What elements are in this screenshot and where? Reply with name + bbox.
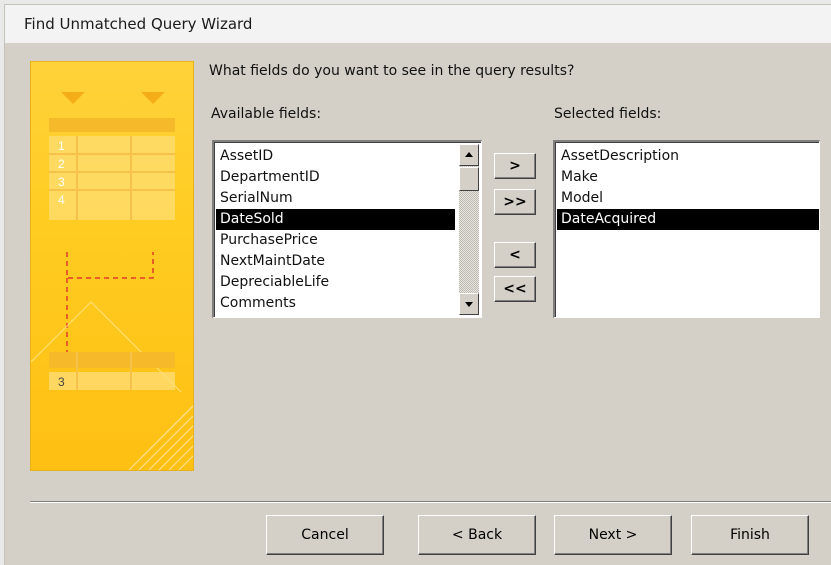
row-number-1: 1: [58, 139, 65, 153]
available-fields-list[interactable]: AssetID DepartmentID SerialNum DateSold …: [212, 140, 482, 318]
wizard-graphic: 1 2 3 4 3: [30, 61, 194, 471]
list-item[interactable]: SerialNum: [216, 188, 455, 209]
table-header: [49, 118, 175, 132]
wizard-body: 1 2 3 4 3 What fields do you want to see…: [5, 43, 831, 565]
wizard-question: What fields do you want to see in the qu…: [209, 63, 575, 79]
list-item[interactable]: NextMaintDate: [216, 251, 455, 272]
next-button[interactable]: Next >: [554, 515, 672, 555]
divider: [30, 501, 831, 503]
back-button[interactable]: < Back: [418, 515, 536, 555]
list-item[interactable]: PurchasePrice: [216, 230, 455, 251]
add-all-fields-button[interactable]: >>: [494, 189, 536, 215]
query-illustration: 1 2 3 4 3: [31, 92, 193, 470]
cancel-button[interactable]: Cancel: [266, 515, 384, 555]
list-item[interactable]: Make: [557, 167, 819, 188]
available-fields-label: Available fields:: [211, 106, 322, 122]
selected-fields-label: Selected fields:: [554, 106, 662, 122]
vertical-scrollbar[interactable]: [459, 144, 479, 315]
result-row: [49, 372, 175, 390]
scroll-thumb[interactable]: [459, 167, 479, 191]
title-bar: Find Unmatched Query Wizard: [5, 5, 831, 43]
wizard-window: Find Unmatched Query Wizard 1 2 3 4 3 Wh…: [4, 4, 831, 565]
list-item-selected[interactable]: DateSold: [216, 209, 455, 230]
table-body: [49, 136, 175, 220]
list-item[interactable]: DepreciableLife: [216, 272, 455, 293]
join-connector: [66, 252, 154, 279]
list-item[interactable]: AssetID: [216, 146, 455, 167]
result-number: 3: [58, 375, 65, 389]
triangle-down-icon: [465, 302, 473, 307]
finish-button[interactable]: Finish: [691, 515, 809, 555]
row-number-3: 3: [58, 175, 65, 189]
list-item-selected[interactable]: DateAcquired: [557, 209, 819, 230]
list-item[interactable]: DepartmentID: [216, 167, 455, 188]
scroll-down-button[interactable]: [459, 293, 479, 315]
row-number-4: 4: [58, 193, 65, 207]
diamond-pattern: [128, 405, 193, 470]
add-field-button[interactable]: >: [494, 153, 536, 179]
list-item[interactable]: AssetDescription: [557, 146, 819, 167]
row-number-2: 2: [58, 157, 65, 171]
window-title: Find Unmatched Query Wizard: [24, 15, 253, 33]
remove-all-fields-button[interactable]: <<: [494, 276, 536, 302]
arrow-down-1: [61, 92, 85, 104]
list-item[interactable]: Model: [557, 188, 819, 209]
list-item[interactable]: Comments: [216, 293, 455, 314]
scroll-up-button[interactable]: [459, 144, 479, 166]
remove-field-button[interactable]: <: [494, 242, 536, 268]
arrow-down-2: [141, 92, 165, 104]
result-header: [49, 352, 175, 368]
triangle-up-icon: [465, 152, 473, 157]
selected-fields-list[interactable]: AssetDescription Make Model DateAcquired: [553, 140, 820, 318]
